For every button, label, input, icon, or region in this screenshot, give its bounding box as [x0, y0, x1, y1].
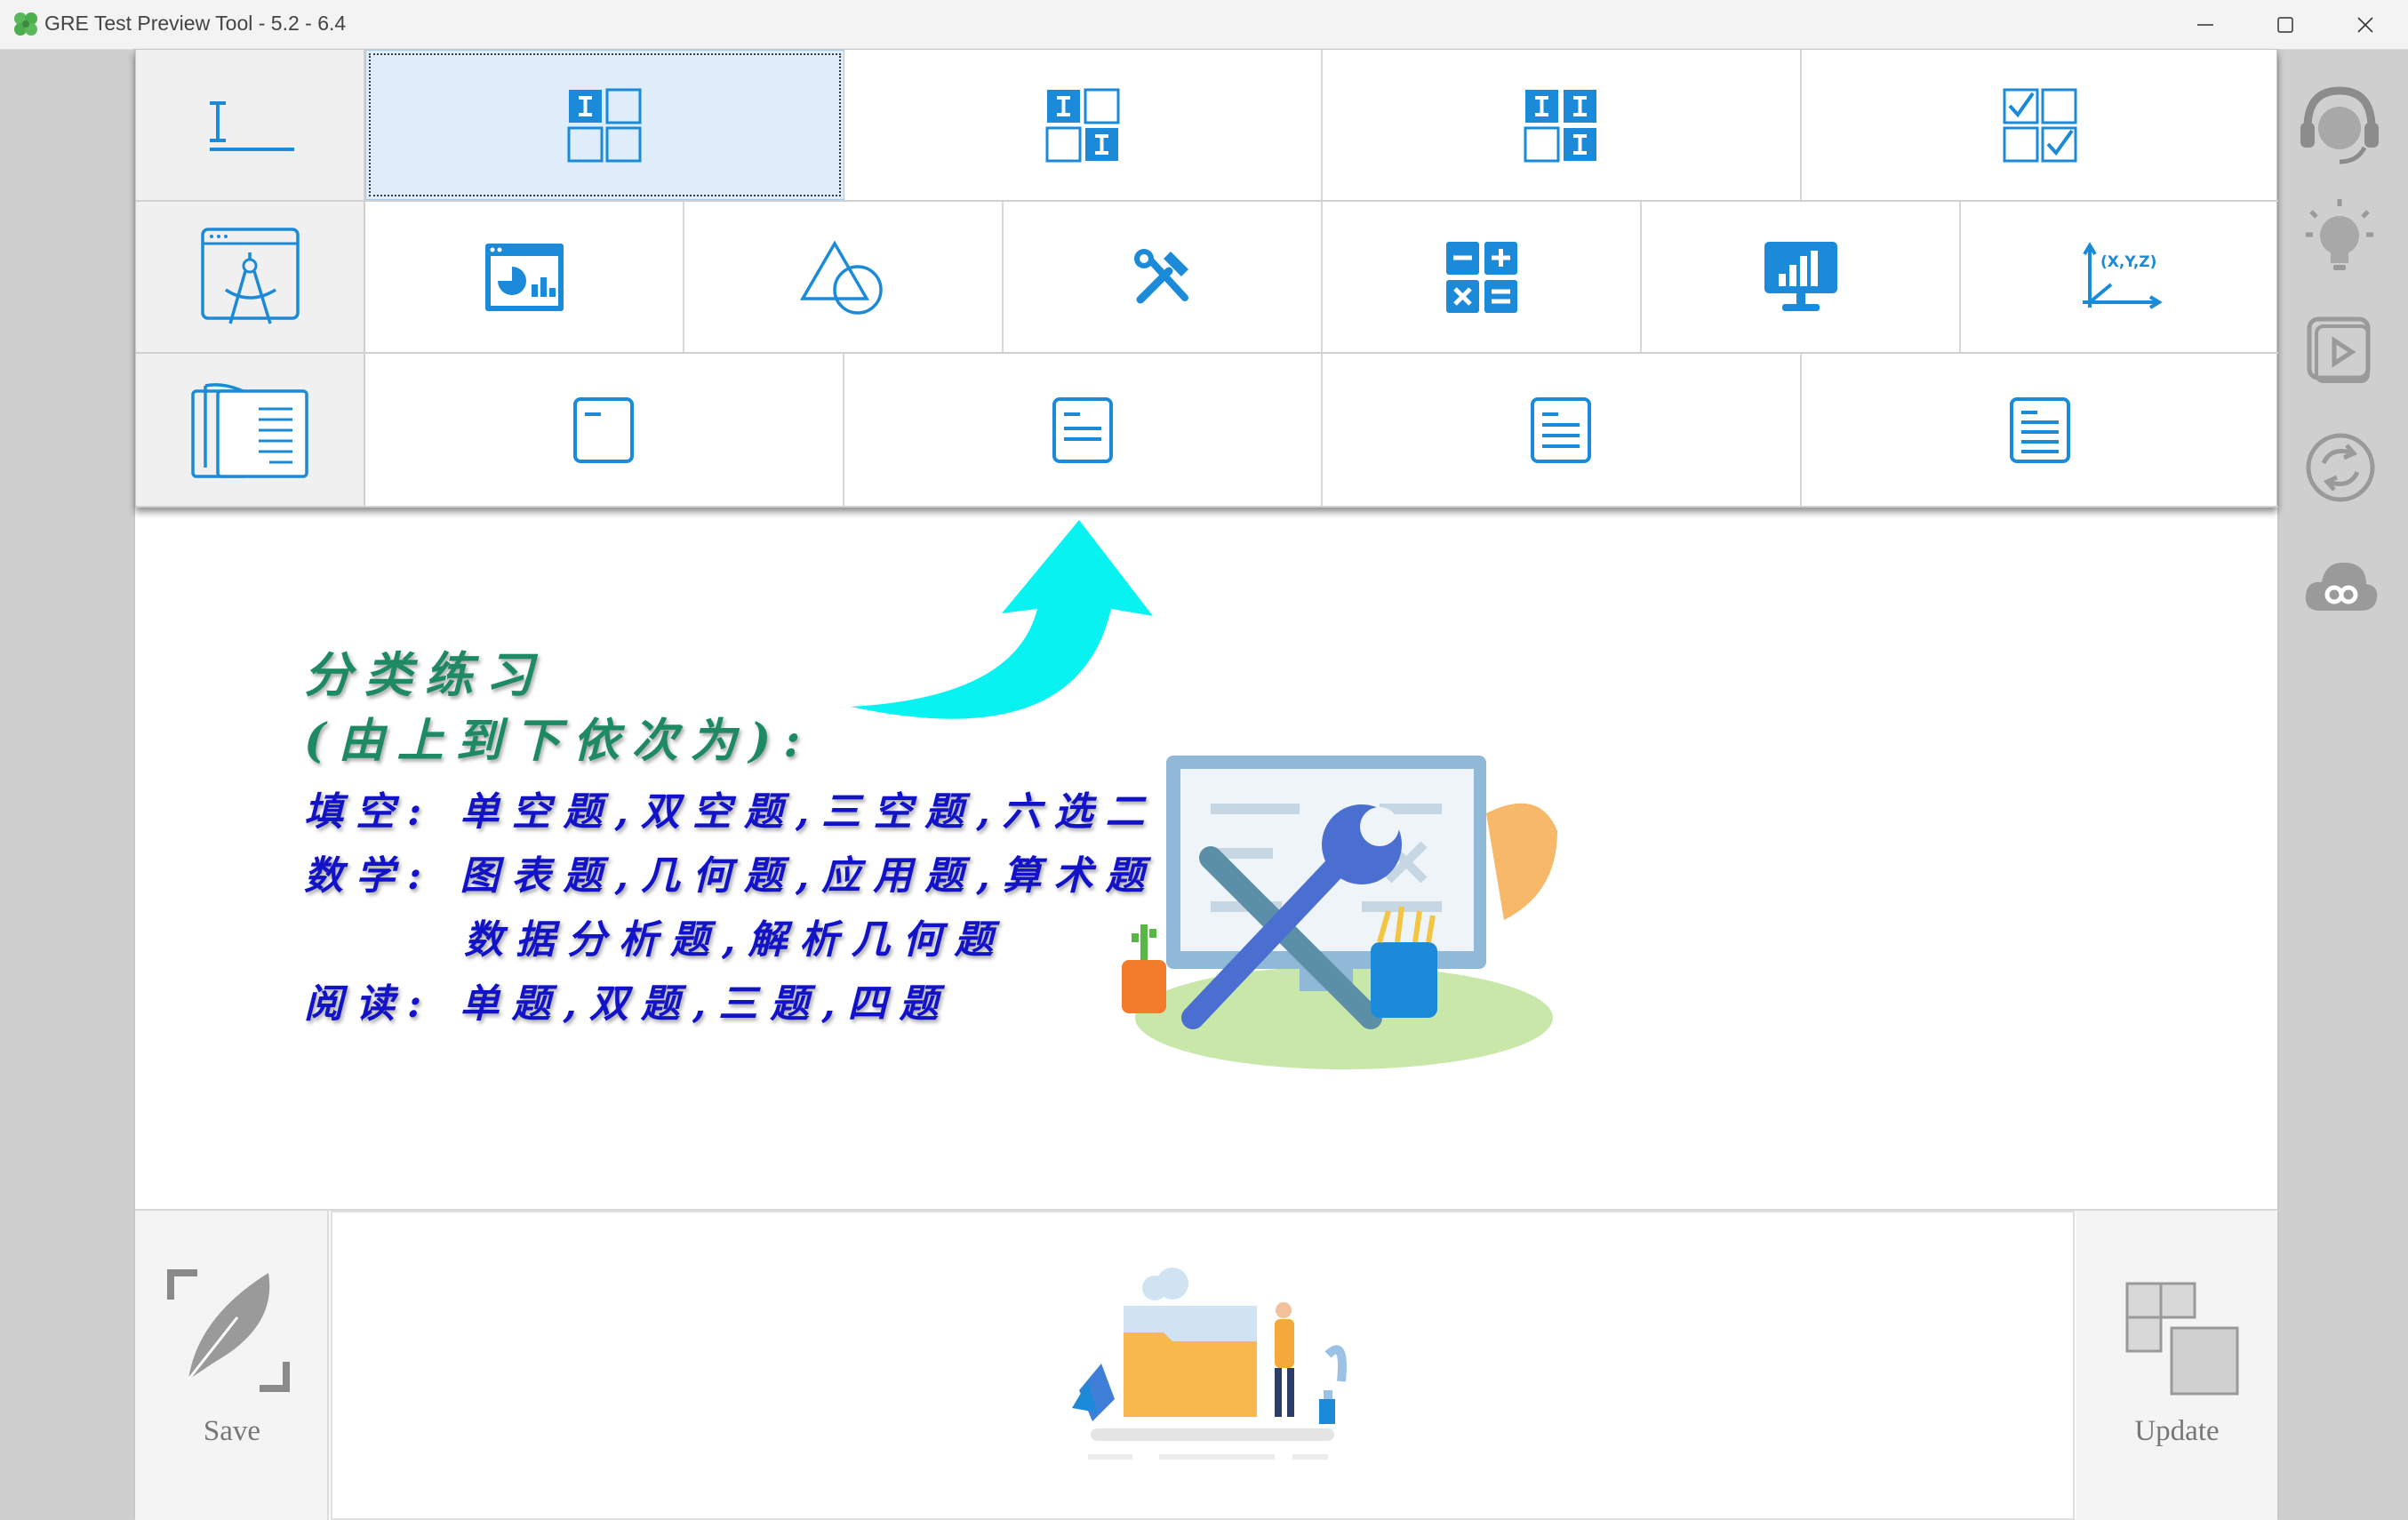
clover-app-icon — [14, 12, 37, 36]
chart-window-icon — [484, 243, 564, 311]
single-blank-button[interactable] — [365, 50, 844, 200]
main-panel: (X,Y,Z) 分类练习 (由上到下依次为): 填空: 单空题,双空题,三空题,… — [133, 49, 2279, 1520]
fill-blank-row — [136, 50, 2278, 202]
save-button[interactable]: Save — [135, 1211, 329, 1520]
document-four-lines-icon — [2009, 396, 2070, 463]
select-two-checks-icon — [2003, 88, 2077, 162]
double-blank-button[interactable] — [844, 50, 1323, 200]
headset-support-icon[interactable] — [2295, 80, 2384, 169]
open-book-icon — [191, 383, 308, 478]
save-label: Save — [203, 1415, 261, 1447]
select-two-button[interactable] — [1802, 50, 2279, 200]
minimize-button[interactable] — [2165, 0, 2245, 49]
calculator-ops-icon — [1445, 241, 1517, 313]
layered-squares-icon — [2125, 1282, 2239, 1396]
drawing-compass-board-icon — [200, 228, 300, 324]
tools-monitor-illustration — [1122, 756, 1557, 1069]
bottom-area: Save Update — [135, 1209, 2277, 1520]
cloud-link-icon[interactable] — [2302, 556, 2379, 618]
single-blank-icon — [567, 88, 642, 162]
refresh-icon[interactable] — [2304, 431, 2377, 504]
monitor-bar-chart-icon — [1764, 241, 1837, 311]
cyan-pointer-arrow — [851, 520, 1153, 719]
reading-quad-button[interactable] — [1802, 354, 2279, 506]
document-three-lines-icon — [1531, 396, 1592, 463]
xyz-axes-icon: (X,Y,Z) — [2082, 241, 2163, 309]
reading-single-button[interactable] — [365, 354, 844, 506]
lightbulb-icon[interactable] — [2304, 196, 2375, 276]
analytic-geometry-question-button[interactable]: (X,Y,Z) — [1961, 202, 2278, 352]
reading-double-button[interactable] — [844, 354, 1323, 506]
reading-header[interactable] — [136, 354, 365, 506]
annotation-math-line-2: 数据分析题,解析几何题 — [464, 917, 1006, 963]
math-row: (X,Y,Z) — [136, 202, 2278, 354]
data-analysis-question-button[interactable] — [1642, 202, 1961, 352]
xyz-label: (X,Y,Z) — [2100, 253, 2156, 271]
minimize-icon — [2197, 23, 2213, 26]
right-sidebar — [2277, 49, 2408, 1518]
folder-person-illustration — [1072, 1268, 1347, 1460]
chart-question-button[interactable] — [365, 202, 684, 352]
annotation-fill-line: 填空: 单空题,双空题,三空题,六选二 — [304, 789, 1157, 835]
annotation-math-line: 数学: 图表题,几何题,应用题,算术题 — [304, 853, 1157, 899]
text-cursor-underline-icon — [210, 100, 294, 151]
triple-blank-button[interactable] — [1323, 50, 1802, 200]
close-icon — [2357, 16, 2373, 33]
application-question-button[interactable] — [1004, 202, 1323, 352]
annotation-reading-line: 阅读: 单题,双题,三题,四题 — [304, 981, 951, 1027]
tools-crossed-icon — [1133, 248, 1188, 303]
play-video-icon[interactable] — [2306, 316, 2375, 385]
update-button[interactable]: Update — [2076, 1211, 2277, 1520]
annotation-subtitle: (由上到下依次为): — [304, 714, 813, 768]
arithmetic-question-button[interactable] — [1323, 202, 1642, 352]
category-grid: (X,Y,Z) — [135, 49, 2278, 508]
quill-pen-icon — [167, 1269, 290, 1392]
maximize-button[interactable] — [2245, 0, 2325, 49]
reading-triple-button[interactable] — [1323, 354, 1802, 506]
title-bar: GRE Test Preview Tool - 5.2 - 6.4 — [0, 0, 2408, 50]
geometry-question-button[interactable] — [684, 202, 1004, 352]
update-label: Update — [2134, 1415, 2220, 1447]
math-header[interactable] — [136, 202, 365, 352]
preview-area — [331, 1211, 2075, 1520]
document-one-line-icon — [573, 396, 635, 463]
document-two-lines-icon — [1052, 396, 1113, 463]
reading-row — [136, 354, 2278, 508]
close-button[interactable] — [2325, 0, 2405, 49]
window-title: GRE Test Preview Tool - 5.2 - 6.4 — [44, 12, 347, 35]
triangle-circle-icon — [799, 240, 883, 315]
annotation-title: 分类练习 — [304, 646, 546, 703]
double-blank-icon — [1045, 88, 1120, 162]
maximize-icon — [2277, 16, 2293, 33]
fill-blank-header[interactable] — [136, 50, 365, 200]
triple-blank-icon — [1524, 89, 1597, 162]
